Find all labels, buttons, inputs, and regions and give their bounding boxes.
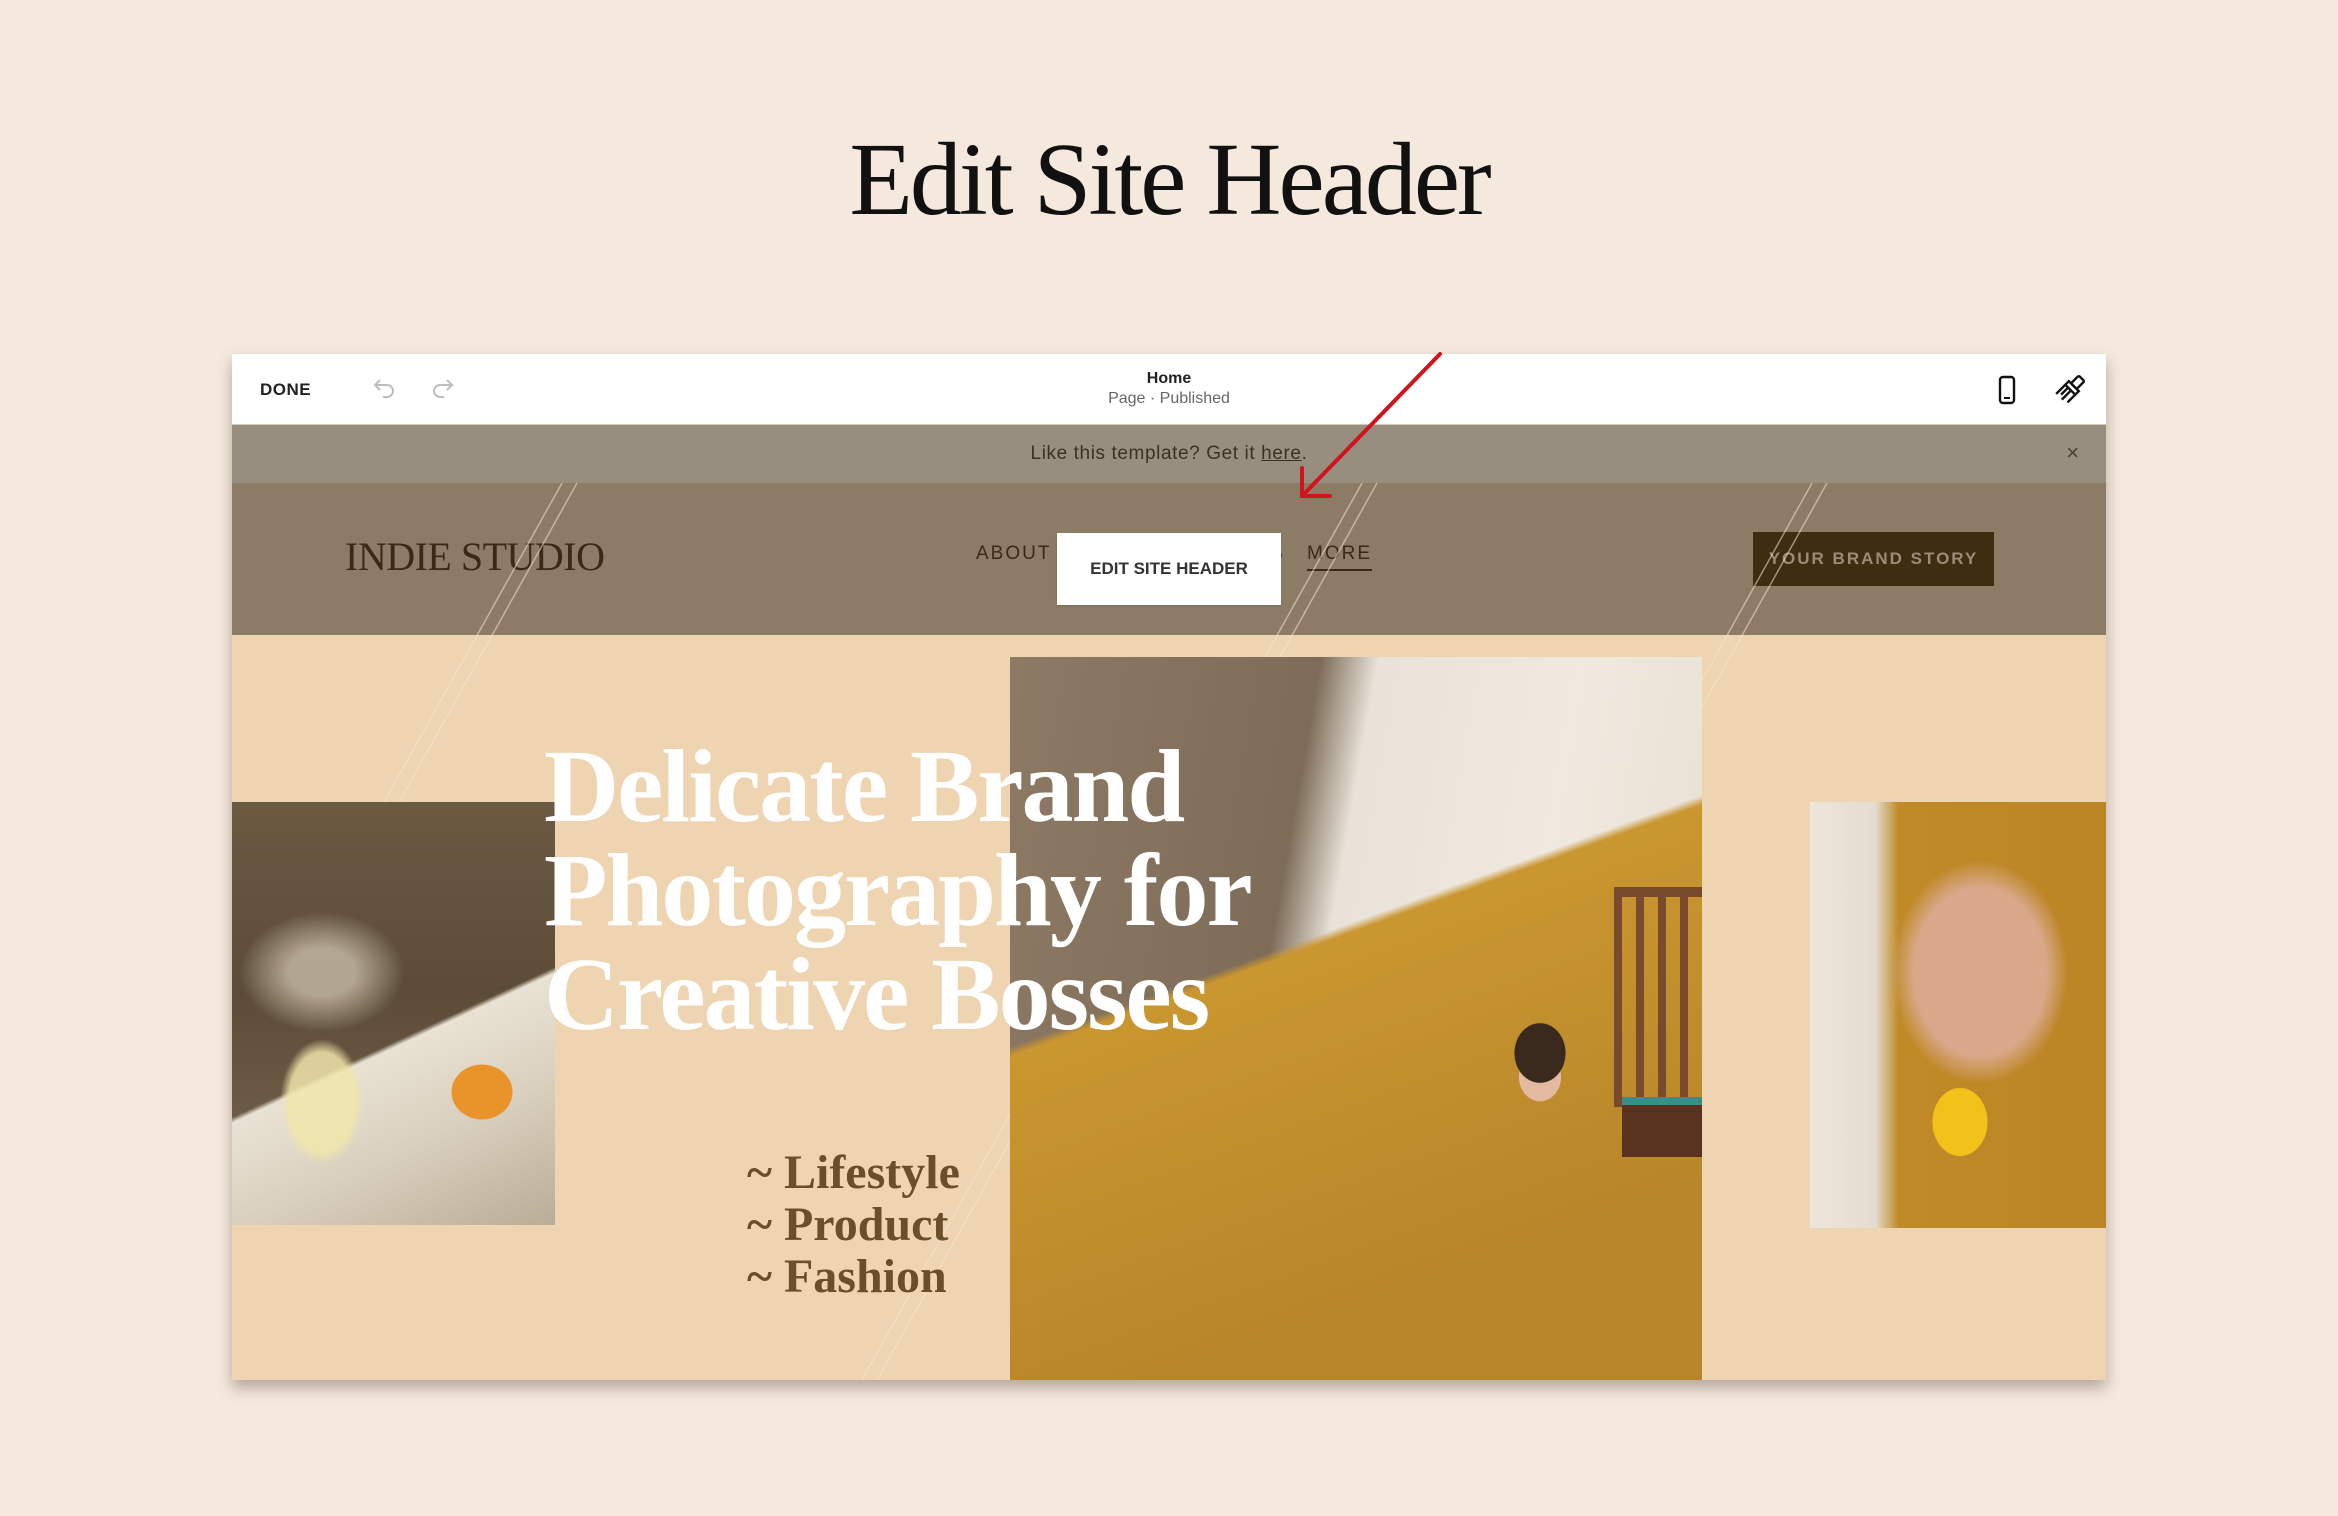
hero-taglines: ~ Lifestyle ~ Product ~ Fashion [747,1147,960,1303]
paintbrush-icon [2055,374,2086,404]
tagline-item: ~ Lifestyle [747,1146,960,1199]
close-icon: × [2066,440,2080,465]
page-status: Page · Published [1108,390,1230,407]
announcement-text: Like this template? Get it [1030,443,1262,464]
page-title: Edit Site Header [849,122,1491,237]
chair-seat-shape [1622,1097,1702,1157]
hero-headline: Delicate Brand Photography for Creative … [544,729,1253,1052]
mobile-preview-icon [1998,375,2016,405]
mobile-preview-button[interactable] [1992,374,2022,406]
announcement-link[interactable]: here [1261,443,1301,464]
headline-line: Delicate Brand [544,729,1185,844]
cta-button[interactable]: YOUR BRAND STORY [1753,532,1994,586]
hero-image-left-splash [232,802,555,1225]
nav-link-more[interactable]: MORE [1307,543,1372,571]
announcement-suffix: . [1301,443,1308,464]
announcement-close-button[interactable]: × [2062,425,2084,483]
site-styles-button[interactable] [2054,372,2088,406]
nav-link-about[interactable]: ABOUT [976,543,1051,565]
editor-toolbar: DONE Home Page · Published [232,354,2106,425]
page-name: Home [1146,370,1192,387]
tagline-item: ~ Fashion [747,1250,947,1303]
edit-site-header-button[interactable]: EDIT SITE HEADER [1057,533,1281,605]
site-header[interactable]: INDIE STUDIO ABOUT S MORE EDIT SITE HEAD… [232,483,2106,635]
tagline-item: ~ Product [747,1198,949,1251]
site-logo[interactable]: INDIE STUDIO [345,533,605,580]
hero-image-right-lemon [1810,802,2106,1228]
announcement-bar: Like this template? Get it here. × [232,425,2106,483]
page-info: Home Page · Published [232,369,2106,409]
headline-line: Photography for [544,833,1253,948]
headline-line: Creative Bosses [544,937,1210,1052]
editor-frame: DONE Home Page · Published Like this tem… [232,354,2106,1380]
hero-section: Delicate Brand Photography for Creative … [232,483,2106,1380]
chair-shape [1614,887,1702,1107]
